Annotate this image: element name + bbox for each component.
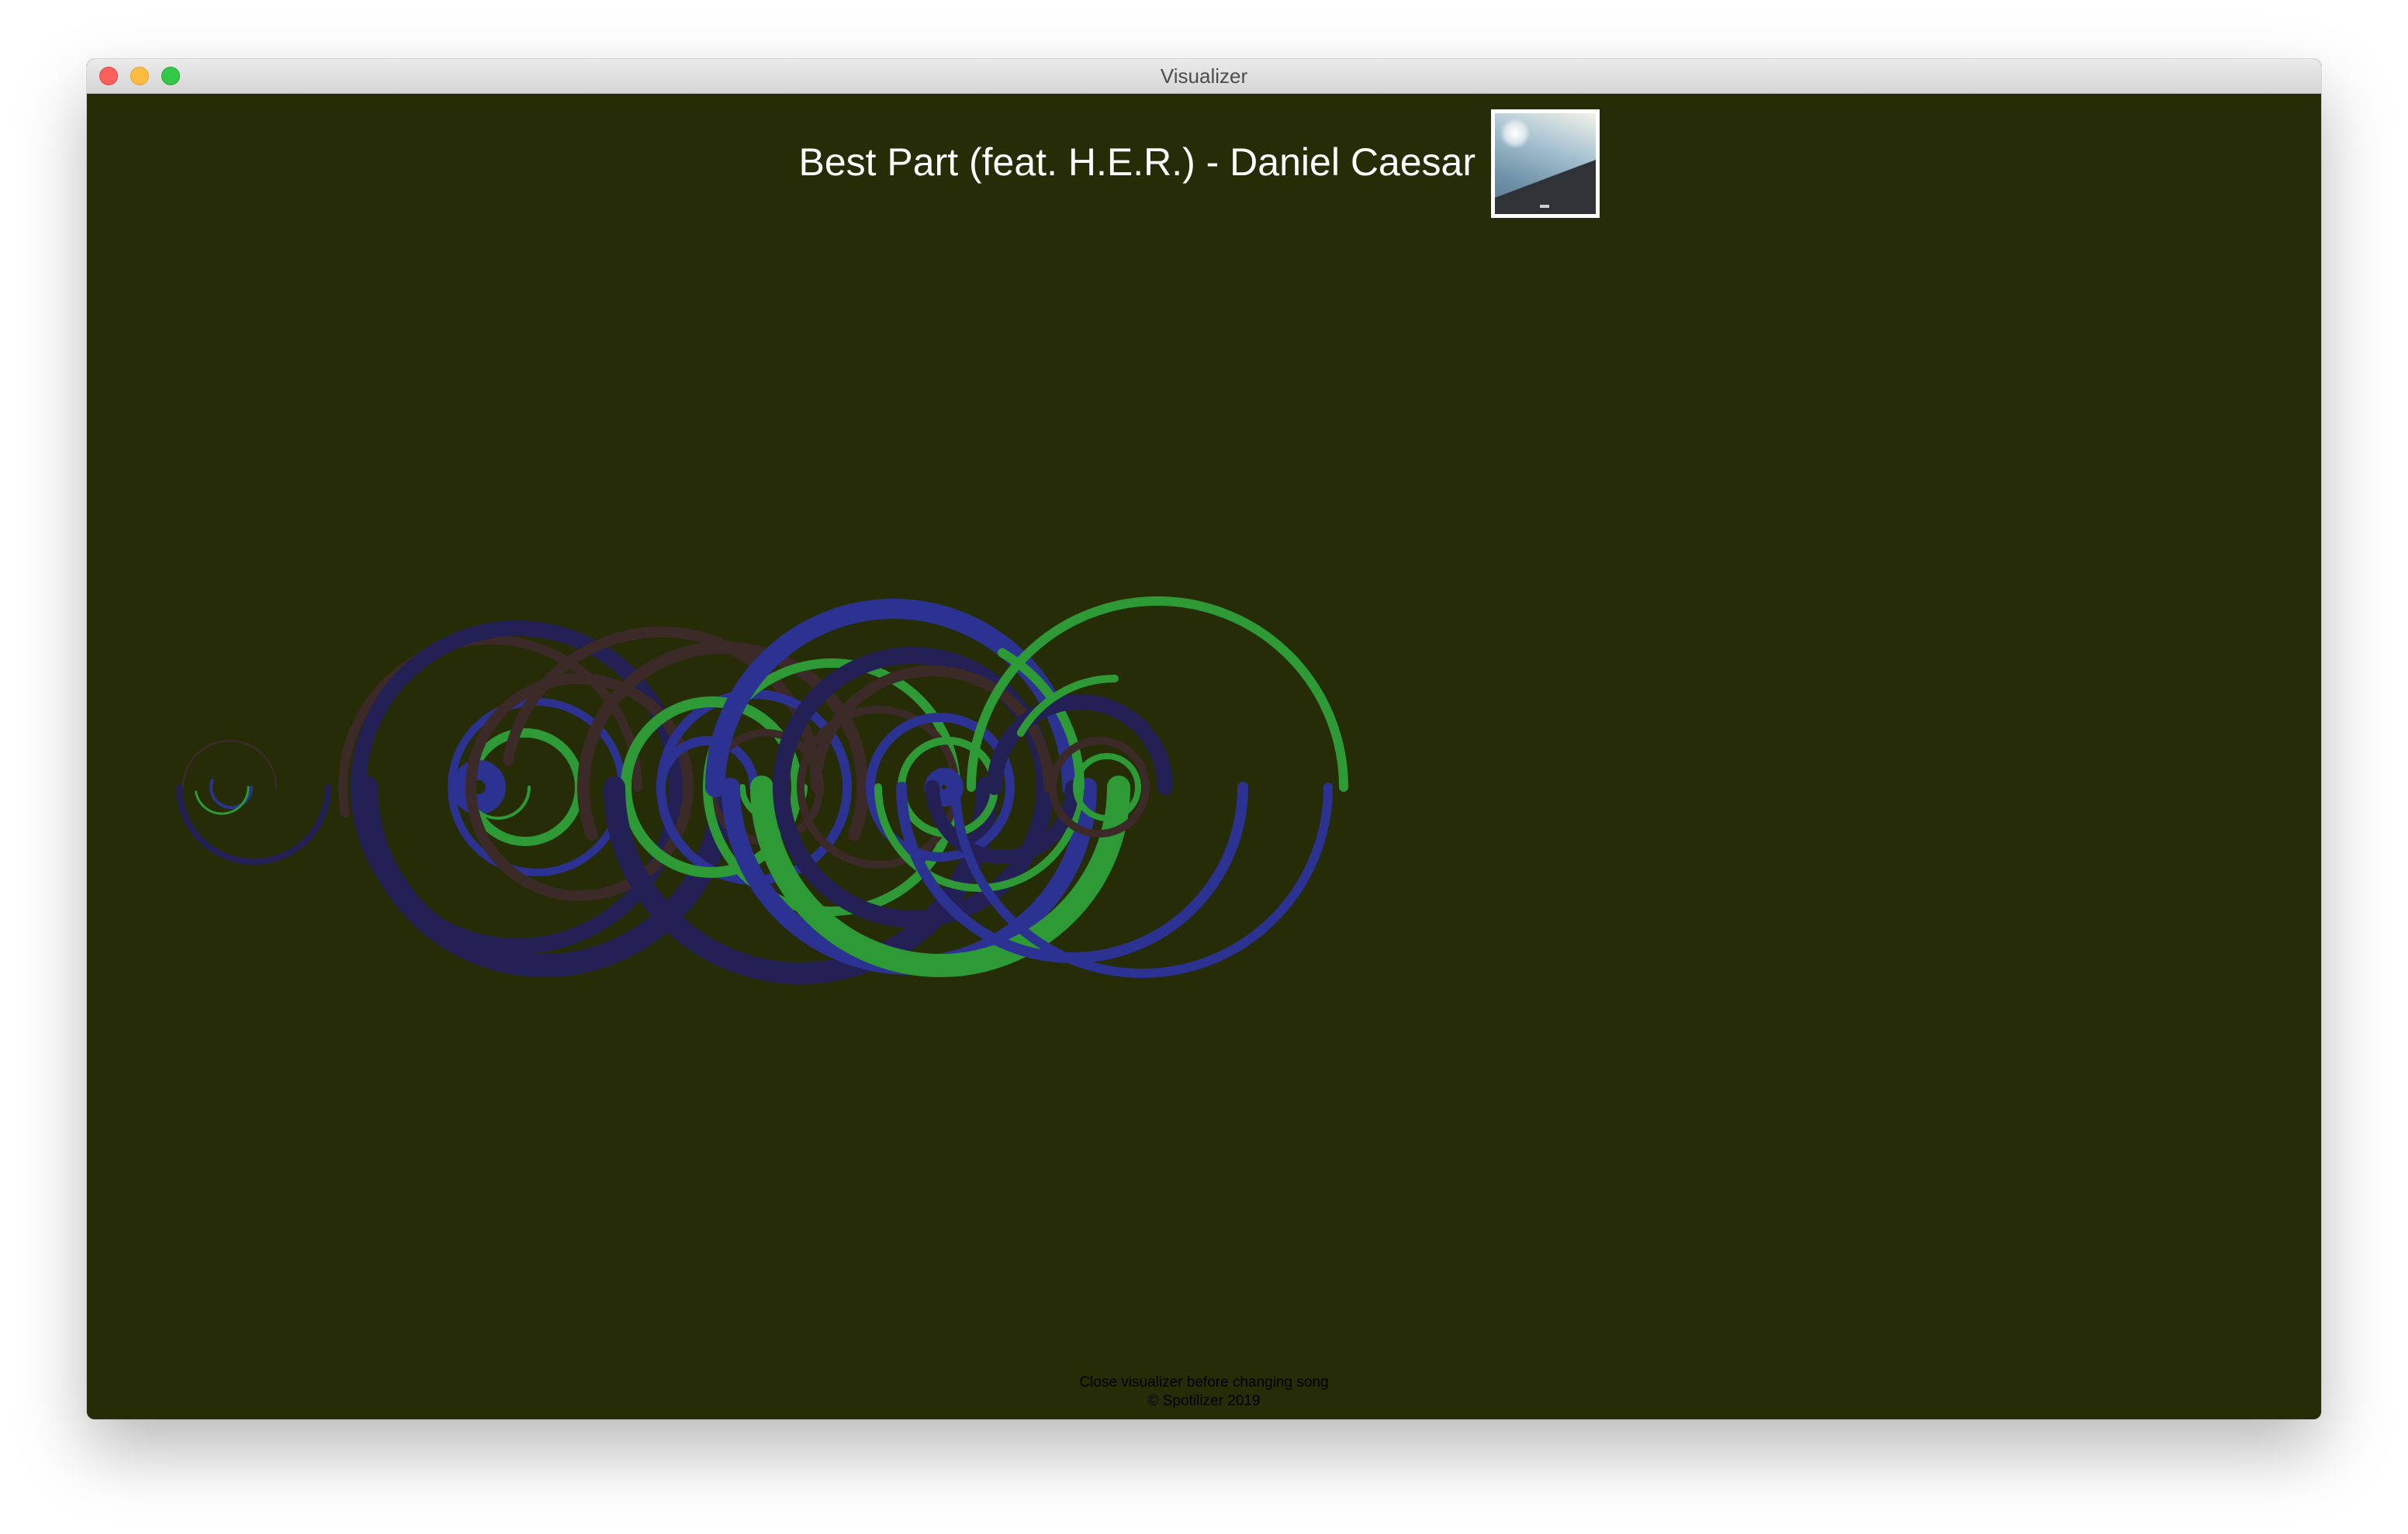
album-art-image: [1491, 109, 1600, 218]
visualizer-content: Best Part (feat. H.E.R.) - Daniel Caesar…: [87, 94, 2321, 1419]
sun-glare-icon: [1500, 118, 1531, 149]
window-title: Visualizer: [1160, 64, 1248, 88]
visualizer-ring-0: [209, 779, 254, 810]
song-title: Best Part (feat. H.E.R.) - Daniel Caesar: [798, 140, 1476, 184]
copyright-text: © Spotilizer 2019: [1147, 1393, 1261, 1409]
visualizer-ring-1: [182, 739, 278, 789]
visualizer-window: Visualizer Best Part (feat. H.E.R.) - Da…: [87, 59, 2321, 1419]
change-song-notice: Close visualizer before changing song: [1079, 1374, 1329, 1391]
visualizer-ring-3: [176, 784, 331, 865]
visualizer-canvas: [176, 596, 1348, 984]
title-bar[interactable]: Visualizer: [87, 59, 2321, 94]
visualizer-ring-2: [195, 786, 250, 815]
album-label-mark: [1540, 205, 1549, 208]
